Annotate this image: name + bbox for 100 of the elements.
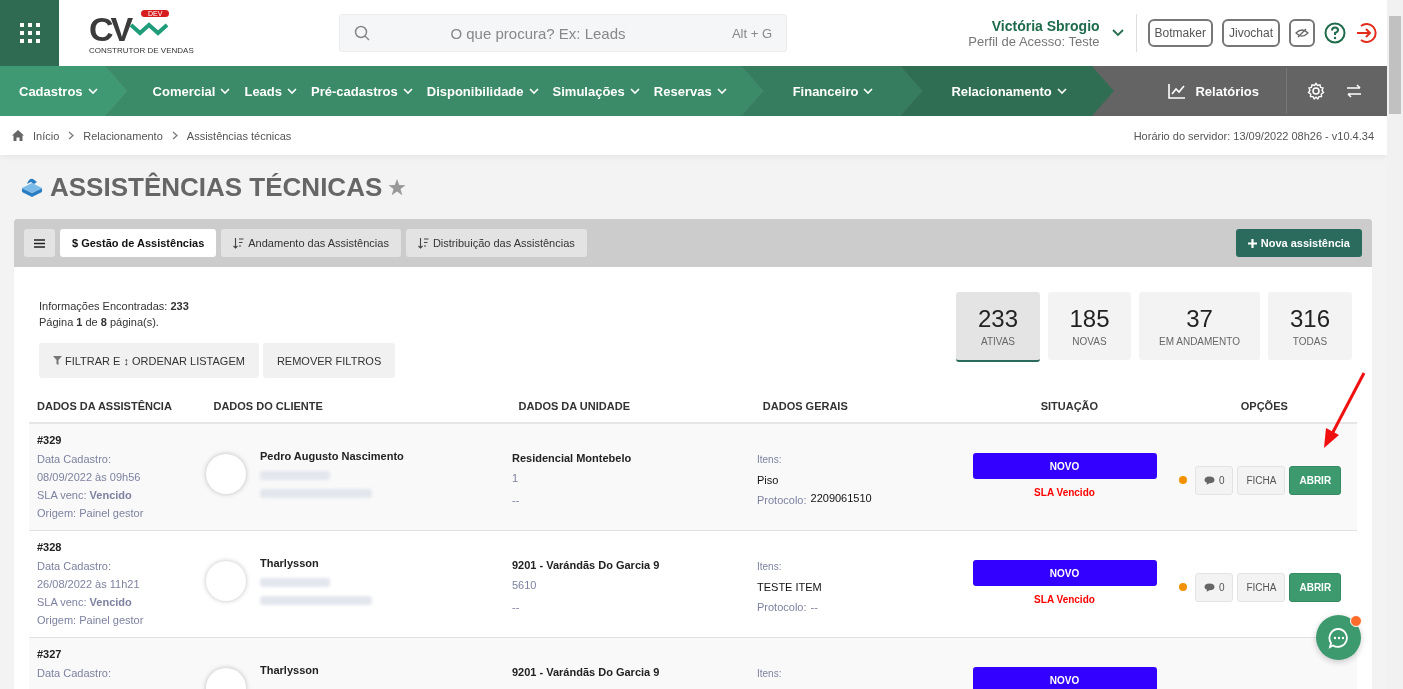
handshake-box-icon bbox=[20, 176, 44, 198]
column-header: DADOS DO CLIENTE bbox=[213, 400, 324, 412]
results-info: Página 1 de 8 página(s). bbox=[39, 315, 160, 330]
origin: Origem: Painel gestor bbox=[37, 613, 145, 628]
filter-button[interactable]: REMOVER FILTROS bbox=[262, 343, 396, 378]
date-label: Data Cadastro: bbox=[37, 452, 112, 467]
origin: Origem: Painel gestor bbox=[37, 506, 145, 521]
nav-menu-item[interactable]: Comercial bbox=[145, 83, 238, 99]
visibility-button[interactable] bbox=[1289, 19, 1315, 47]
column-header: DADOS DA UNIDADE bbox=[518, 400, 631, 412]
reports-link[interactable]: Relatórios bbox=[1161, 83, 1266, 99]
sla-status: SLA Vencido bbox=[1034, 594, 1095, 605]
breadcrumb-link[interactable]: Início bbox=[33, 129, 60, 142]
nav-menu-item[interactable]: Disponibilidade bbox=[419, 83, 546, 99]
nav-menu-item[interactable]: Relacionamento bbox=[944, 83, 1074, 99]
logo-wave-icon bbox=[130, 20, 169, 37]
grid-icon bbox=[18, 22, 41, 44]
logout-icon[interactable] bbox=[1355, 22, 1377, 44]
stat-filter-card[interactable]: 185 NOVAS bbox=[1048, 292, 1131, 360]
breadcrumb-link[interactable]: Assistências técnicas bbox=[186, 129, 292, 142]
header-button[interactable]: Botmaker bbox=[1147, 19, 1213, 47]
line-chart-icon bbox=[1168, 83, 1187, 99]
swap-icon[interactable] bbox=[1345, 84, 1363, 98]
search-icon bbox=[354, 25, 370, 41]
status-badge: NOVO bbox=[972, 453, 1157, 479]
settings-icon[interactable] bbox=[1307, 82, 1325, 100]
nav-menu-item[interactable]: Simulações bbox=[545, 83, 647, 99]
date-label: Data Cadastro: bbox=[37, 559, 112, 574]
status-badge: NOVO bbox=[972, 667, 1157, 689]
shortcut-hint: Alt + G bbox=[731, 26, 772, 41]
nav-menu-item[interactable]: Leads bbox=[237, 83, 305, 99]
client-name: Tharlysson bbox=[260, 664, 319, 676]
eye-slash-icon bbox=[1295, 28, 1309, 38]
page-title: ASSISTÊNCIAS TÉCNICAS bbox=[50, 171, 383, 203]
client-name: Pedro Augusto Nascimento bbox=[260, 450, 404, 462]
column-header: DADOS DA ASSISTÊNCIA bbox=[36, 400, 173, 412]
registration-date: 08/09/2022 às 09h56 bbox=[37, 470, 142, 485]
unit-detail: -- bbox=[512, 493, 521, 508]
logo-tagline: CONSTRUTOR DE VENDAS bbox=[89, 45, 195, 55]
chevron-down-icon bbox=[629, 87, 640, 95]
apps-menu-button[interactable] bbox=[0, 0, 59, 66]
new-assistance-button[interactable]: Nova assistência bbox=[1235, 229, 1362, 257]
logo-mark: CV bbox=[89, 11, 131, 46]
row-action-button[interactable]: FICHA bbox=[1237, 573, 1286, 602]
chevron-down-icon[interactable] bbox=[1111, 29, 1124, 37]
items-label: Itens: bbox=[757, 667, 783, 681]
home-icon bbox=[12, 130, 24, 141]
chevron-down-icon bbox=[287, 87, 298, 95]
chevron-down-icon bbox=[1056, 87, 1067, 95]
filter-button[interactable]: FILTRAR E ↕ ORDENAR LISTAGEM bbox=[39, 343, 259, 378]
row-action-button[interactable]: FICHA bbox=[1237, 466, 1286, 495]
chevron-down-icon bbox=[87, 87, 98, 95]
user-profile: Perfil de Acesso: Teste bbox=[968, 33, 1100, 49]
assistance-id: #327 bbox=[37, 648, 63, 660]
registration-date: 26/08/2022 às 11h21 bbox=[37, 577, 141, 592]
plus-icon bbox=[1247, 238, 1257, 248]
protocol-value: 2209061510 bbox=[810, 492, 872, 506]
items-value: Piso bbox=[757, 474, 780, 486]
column-header: OPÇÕES bbox=[1239, 400, 1289, 412]
stat-filter-card[interactable]: 316 TODAS bbox=[1268, 292, 1352, 360]
unit-name: Residencial Montebelo bbox=[512, 452, 633, 464]
unit-number: 1 bbox=[512, 471, 520, 486]
sla-due: SLA venc: Vencido bbox=[37, 488, 133, 503]
unit-number: 5610 bbox=[512, 578, 538, 593]
breadcrumb-link[interactable]: Relacionamento bbox=[83, 129, 163, 142]
help-icon[interactable] bbox=[1324, 22, 1346, 44]
stat-filter-card[interactable]: 37 EM ANDAMENTO bbox=[1139, 292, 1260, 360]
nav-menu-item[interactable]: Reservas bbox=[646, 83, 734, 99]
filter-icon bbox=[53, 356, 62, 365]
menu-button[interactable] bbox=[24, 229, 55, 257]
nav-menu-item[interactable]: Financeiro bbox=[785, 83, 881, 99]
status-badge: NOVO bbox=[972, 560, 1157, 586]
sort-icon bbox=[233, 237, 245, 249]
comment-icon bbox=[1203, 476, 1215, 485]
header-button[interactable]: Jivochat bbox=[1221, 19, 1280, 47]
column-header: DADOS GERAIS bbox=[762, 400, 849, 412]
chevron-down-icon bbox=[220, 87, 231, 95]
user-name: Victória Sbrogio bbox=[991, 17, 1100, 34]
chevron-down-icon bbox=[716, 87, 727, 95]
unit-name: 9201 - Varándãs Do Garcia 9 bbox=[512, 559, 661, 571]
scrollbar[interactable] bbox=[1387, 0, 1403, 689]
unit-name: 9201 - Varándãs Do Garcia 9 bbox=[512, 666, 661, 678]
chevron-down-icon bbox=[528, 87, 539, 95]
items-label: Itens: bbox=[757, 560, 783, 574]
stat-filter-card[interactable]: 233 ATIVAS bbox=[956, 292, 1040, 362]
comment-icon bbox=[1203, 583, 1215, 592]
assistance-id: #328 bbox=[37, 541, 63, 553]
tab[interactable]: Distribuição das Assistências bbox=[405, 229, 587, 257]
tab[interactable]: $ Gestão de Assistências bbox=[60, 229, 217, 257]
assistance-id: #329 bbox=[37, 434, 63, 446]
sort-icon bbox=[417, 237, 429, 249]
protocol-label: Protocolo: bbox=[757, 600, 807, 615]
comments-button[interactable]: 0 bbox=[1194, 466, 1234, 495]
column-header: SITUAÇÃO bbox=[1039, 400, 1100, 412]
star-icon[interactable] bbox=[388, 178, 407, 196]
tab[interactable]: Andamento das Assistências bbox=[221, 229, 401, 257]
date-label: Data Cadastro: bbox=[37, 666, 112, 681]
chevron-down-icon bbox=[402, 87, 413, 95]
comments-button[interactable]: 0 bbox=[1194, 573, 1234, 602]
nav-menu-item[interactable]: Pré-cadastros bbox=[304, 83, 420, 99]
